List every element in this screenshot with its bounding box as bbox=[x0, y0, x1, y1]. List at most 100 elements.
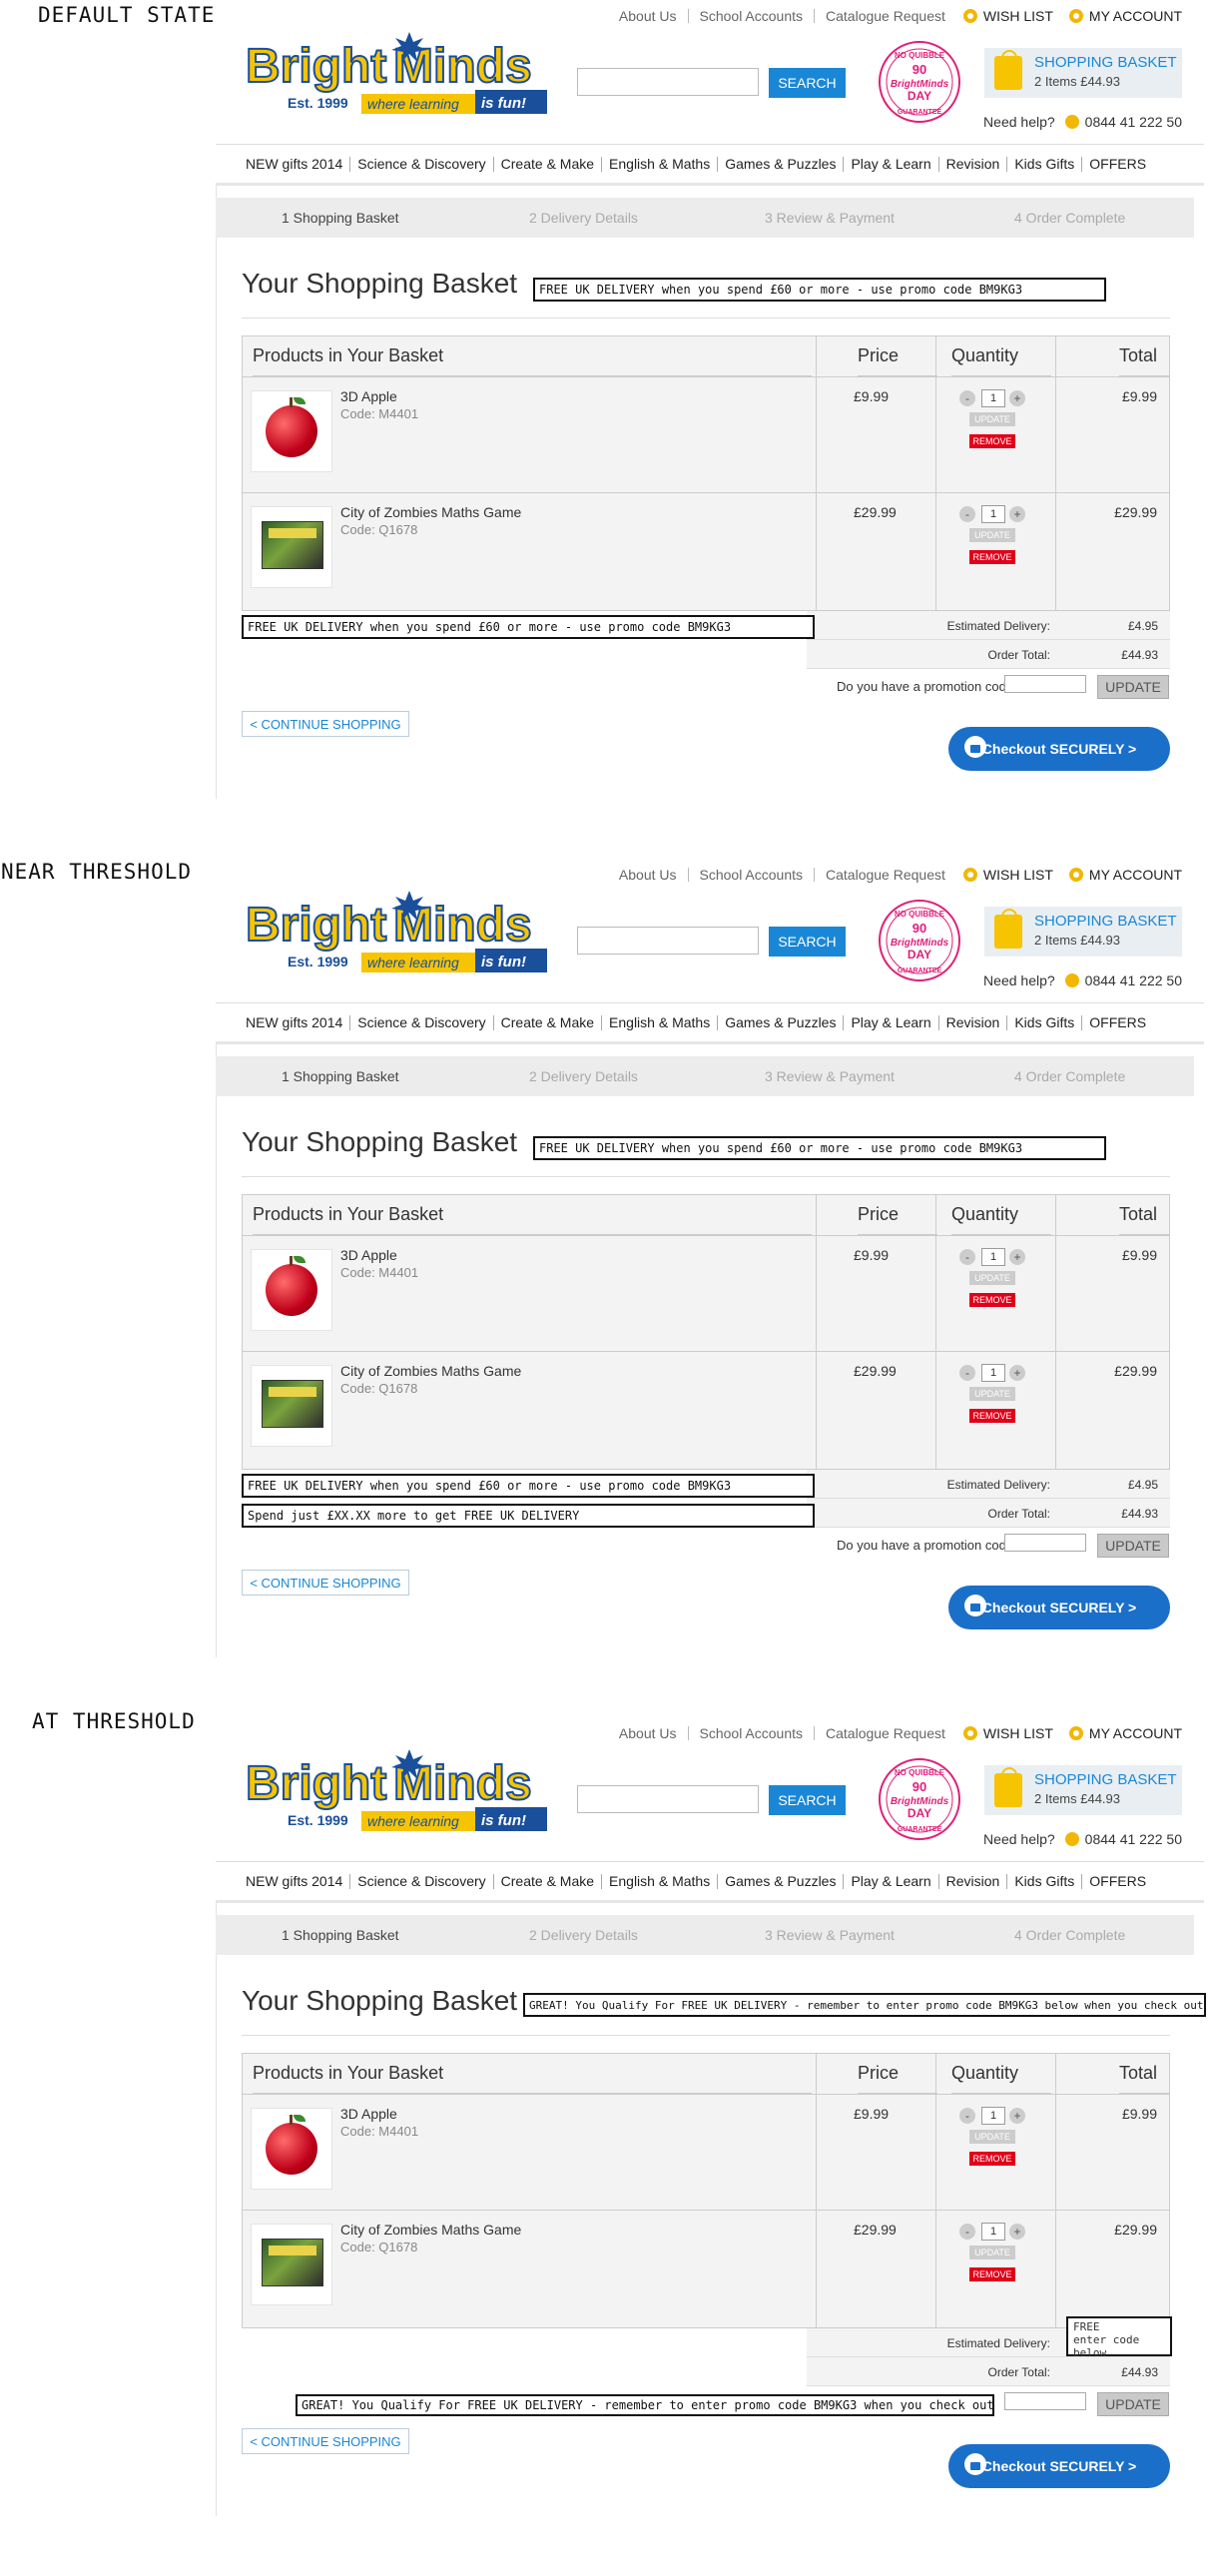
promo-code-input[interactable] bbox=[1004, 2392, 1086, 2410]
my-account-link[interactable]: MY ACCOUNT bbox=[1068, 8, 1182, 24]
update-item-button[interactable]: UPDATE bbox=[969, 1271, 1015, 1285]
checkout-button[interactable]: Checkout SECURELY > bbox=[948, 2444, 1170, 2488]
increase-quantity-button[interactable]: + bbox=[1009, 2224, 1025, 2240]
decrease-quantity-button[interactable]: - bbox=[959, 1249, 975, 1265]
my-account-link[interactable]: MY ACCOUNT bbox=[1068, 1725, 1182, 1741]
search-button[interactable]: SEARCH bbox=[769, 68, 846, 98]
decrease-quantity-button[interactable]: - bbox=[959, 2224, 975, 2240]
about-link[interactable]: About Us bbox=[619, 8, 677, 24]
wish-list-link[interactable]: WISH LIST bbox=[962, 1725, 1053, 1741]
decrease-quantity-button[interactable]: - bbox=[959, 2108, 975, 2124]
product-thumbnail[interactable] bbox=[251, 1365, 332, 1447]
help-phone[interactable]: 0844 41 222 50 bbox=[1085, 114, 1182, 130]
product-name[interactable]: 3D Apple bbox=[340, 388, 397, 404]
product-thumbnail[interactable] bbox=[251, 2224, 332, 2305]
increase-quantity-button[interactable]: + bbox=[1009, 2108, 1025, 2124]
wish-list-link[interactable]: WISH LIST bbox=[962, 867, 1053, 883]
category-link[interactable]: Create & Make bbox=[501, 1873, 594, 1889]
quantity-input[interactable]: 1 bbox=[981, 1364, 1005, 1382]
category-link[interactable]: Science & Discovery bbox=[357, 1873, 485, 1889]
increase-quantity-button[interactable]: + bbox=[1009, 1365, 1025, 1381]
promo-code-input[interactable] bbox=[1004, 1534, 1086, 1552]
category-link[interactable]: Kids Gifts bbox=[1014, 1873, 1074, 1889]
my-account-link[interactable]: MY ACCOUNT bbox=[1068, 867, 1182, 883]
promo-update-button[interactable]: UPDATE bbox=[1097, 1534, 1169, 1558]
about-link[interactable]: About Us bbox=[619, 867, 677, 883]
category-link[interactable]: NEW gifts 2014 bbox=[246, 1873, 342, 1889]
remove-item-button[interactable]: REMOVE bbox=[969, 2152, 1015, 2166]
category-link[interactable]: Play & Learn bbox=[851, 1873, 930, 1889]
category-link[interactable]: Science & Discovery bbox=[357, 156, 485, 172]
continue-shopping-button[interactable]: < CONTINUE SHOPPING bbox=[242, 2428, 409, 2454]
category-link[interactable]: Revision bbox=[946, 1873, 1000, 1889]
remove-item-button[interactable]: REMOVE bbox=[969, 1409, 1015, 1423]
product-thumbnail[interactable] bbox=[251, 390, 332, 472]
category-link[interactable]: Play & Learn bbox=[851, 1014, 930, 1030]
promo-update-button[interactable]: UPDATE bbox=[1097, 675, 1169, 699]
update-item-button[interactable]: UPDATE bbox=[969, 528, 1015, 542]
category-link[interactable]: Create & Make bbox=[501, 156, 594, 172]
product-name[interactable]: City of Zombies Maths Game bbox=[340, 2222, 521, 2238]
decrease-quantity-button[interactable]: - bbox=[959, 506, 975, 522]
category-link[interactable]: OFFERS bbox=[1089, 156, 1146, 172]
shopping-basket-widget[interactable]: SHOPPING BASKET 2 Items £44.93 bbox=[984, 48, 1182, 98]
remove-item-button[interactable]: REMOVE bbox=[969, 434, 1015, 448]
category-link[interactable]: NEW gifts 2014 bbox=[246, 1014, 342, 1030]
promo-update-button[interactable]: UPDATE bbox=[1097, 2392, 1169, 2416]
search-input[interactable] bbox=[577, 68, 759, 96]
checkout-button[interactable]: Checkout SECURELY > bbox=[948, 727, 1170, 771]
product-name[interactable]: City of Zombies Maths Game bbox=[340, 1363, 521, 1379]
category-link[interactable]: Games & Puzzles bbox=[725, 1873, 836, 1889]
search-button[interactable]: SEARCH bbox=[769, 927, 846, 957]
promo-code-input[interactable] bbox=[1004, 675, 1086, 693]
remove-item-button[interactable]: REMOVE bbox=[969, 1293, 1015, 1307]
category-link[interactable]: English & Maths bbox=[609, 1873, 710, 1889]
increase-quantity-button[interactable]: + bbox=[1009, 390, 1025, 406]
category-link[interactable]: Create & Make bbox=[501, 1014, 594, 1030]
category-link[interactable]: Revision bbox=[946, 1014, 1000, 1030]
decrease-quantity-button[interactable]: - bbox=[959, 1365, 975, 1381]
category-link[interactable]: Kids Gifts bbox=[1014, 1014, 1074, 1030]
quantity-input[interactable]: 1 bbox=[981, 1248, 1005, 1266]
remove-item-button[interactable]: REMOVE bbox=[969, 2267, 1015, 2281]
quantity-input[interactable]: 1 bbox=[981, 2107, 1005, 2125]
category-link[interactable]: Play & Learn bbox=[851, 156, 930, 172]
category-link[interactable]: Science & Discovery bbox=[357, 1014, 485, 1030]
update-item-button[interactable]: UPDATE bbox=[969, 1387, 1015, 1401]
update-item-button[interactable]: UPDATE bbox=[969, 2130, 1015, 2144]
category-link[interactable]: OFFERS bbox=[1089, 1873, 1146, 1889]
decrease-quantity-button[interactable]: - bbox=[959, 390, 975, 406]
search-button[interactable]: SEARCH bbox=[769, 1785, 846, 1815]
help-phone[interactable]: 0844 41 222 50 bbox=[1085, 1831, 1182, 1847]
category-link[interactable]: Games & Puzzles bbox=[725, 156, 836, 172]
shopping-basket-widget[interactable]: SHOPPING BASKET 2 Items £44.93 bbox=[984, 1765, 1182, 1815]
quantity-input[interactable]: 1 bbox=[981, 389, 1005, 407]
search-input[interactable] bbox=[577, 927, 759, 955]
brightminds-logo[interactable]: Bright Minds Est. 1999 where learning is… bbox=[244, 889, 553, 978]
search-input[interactable] bbox=[577, 1785, 759, 1813]
category-link[interactable]: NEW gifts 2014 bbox=[246, 156, 342, 172]
increase-quantity-button[interactable]: + bbox=[1009, 506, 1025, 522]
increase-quantity-button[interactable]: + bbox=[1009, 1249, 1025, 1265]
wish-list-link[interactable]: WISH LIST bbox=[962, 8, 1053, 24]
catalogue-request-link[interactable]: Catalogue Request bbox=[826, 8, 945, 24]
product-thumbnail[interactable] bbox=[251, 2108, 332, 2190]
brightminds-logo[interactable]: Bright Minds Est. 1999 where learning is… bbox=[244, 1747, 553, 1837]
category-link[interactable]: Kids Gifts bbox=[1014, 156, 1074, 172]
quantity-input[interactable]: 1 bbox=[981, 2223, 1005, 2241]
checkout-button[interactable]: Checkout SECURELY > bbox=[948, 1586, 1170, 1629]
catalogue-request-link[interactable]: Catalogue Request bbox=[826, 1725, 945, 1741]
product-name[interactable]: 3D Apple bbox=[340, 2106, 397, 2122]
product-name[interactable]: City of Zombies Maths Game bbox=[340, 504, 521, 520]
category-link[interactable]: English & Maths bbox=[609, 1014, 710, 1030]
continue-shopping-button[interactable]: < CONTINUE SHOPPING bbox=[242, 1570, 409, 1596]
category-link[interactable]: Games & Puzzles bbox=[725, 1014, 836, 1030]
remove-item-button[interactable]: REMOVE bbox=[969, 550, 1015, 564]
category-link[interactable]: Revision bbox=[946, 156, 1000, 172]
brightminds-logo[interactable]: Bright Minds Est. 1999 where learning is… bbox=[244, 30, 553, 120]
school-accounts-link[interactable]: School Accounts bbox=[700, 867, 804, 883]
continue-shopping-button[interactable]: < CONTINUE SHOPPING bbox=[242, 711, 409, 737]
school-accounts-link[interactable]: School Accounts bbox=[700, 8, 804, 24]
product-thumbnail[interactable] bbox=[251, 506, 332, 588]
category-link[interactable]: English & Maths bbox=[609, 156, 710, 172]
